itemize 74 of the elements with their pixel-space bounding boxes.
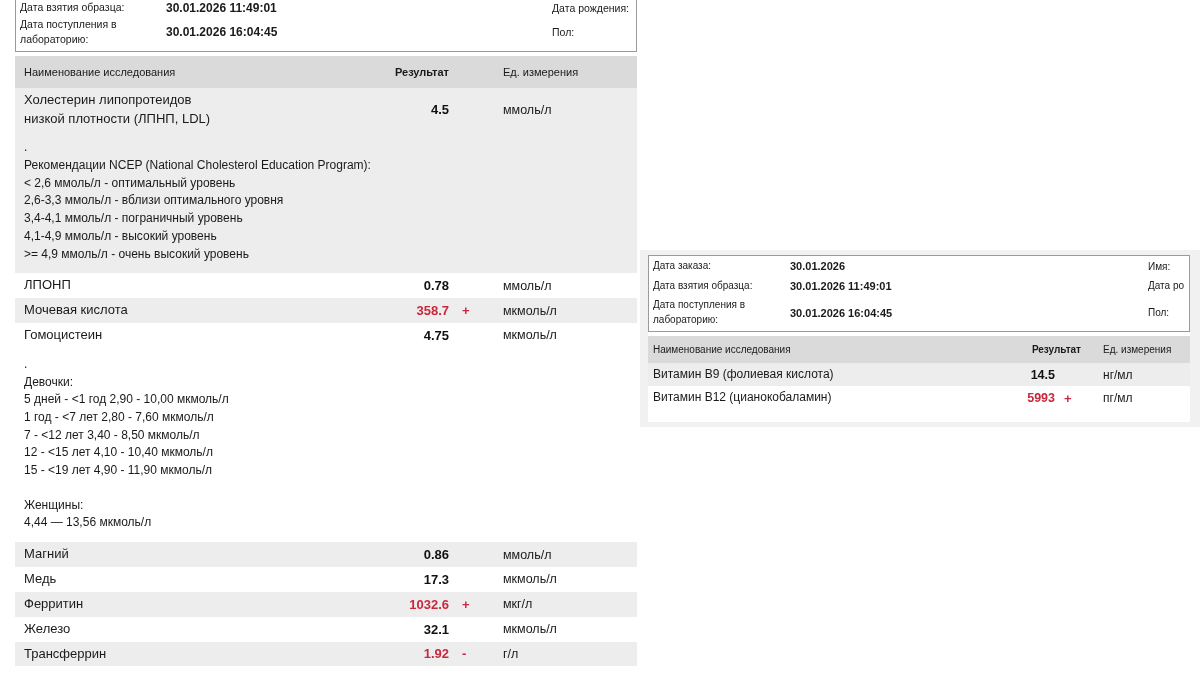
reference-note: . [24, 355, 29, 373]
column-header: Ед. измерения [1103, 344, 1173, 355]
unit: мкмоль/л [503, 303, 558, 318]
reference-note: . [24, 139, 29, 157]
result-value: 1032.6 [408, 596, 449, 612]
info-label: Пол: [1148, 307, 1171, 318]
column-header: Результат [1030, 344, 1082, 355]
reference-note: Женщины: [24, 496, 85, 514]
unit: ммоль/л [503, 547, 553, 562]
info-value: 30.01.2026 11:49:01 [166, 0, 278, 15]
reference-note: Девочки: [24, 373, 74, 391]
test-name: Гомоцистеин [24, 325, 104, 344]
result-value: 32.1 [422, 621, 449, 637]
test-name: Мочевая кислота [24, 301, 129, 320]
deviation-sign: + [461, 596, 471, 612]
unit: мкмоль/л [503, 572, 558, 587]
reference-note: 3,4-4,1 ммоль/л - пограничный уровень [24, 210, 244, 228]
info-label: Дата взятия образца: [20, 0, 126, 15]
test-name: ЛПОНП [24, 276, 72, 295]
info-label: Пол: [552, 26, 576, 39]
result-value: 358.7 [415, 303, 449, 319]
reference-note: < 2,6 ммоль/л - оптимальный уровень [24, 174, 237, 192]
test-name: Железо [24, 619, 72, 638]
reference-note: 1 год - <7 лет 2,80 - 7,60 мкмоль/л [24, 408, 215, 426]
result-value: 17.3 [422, 571, 449, 587]
reference-note: 5 дней - <1 год 2,90 - 10,00 мкмоль/л [24, 391, 230, 409]
info-label: Дата заказа: [653, 259, 713, 273]
info-label: Дата поступления в лабораторию: [20, 17, 118, 48]
info-label: Дата взятия образца: [653, 278, 754, 293]
deviation-sign: + [1063, 390, 1073, 406]
column-header: Наименование исследования [653, 344, 792, 355]
reference-note: 2,6-3,3 ммоль/л - вблизи оптимального уровня [24, 192, 285, 210]
info-value: 30.01.2026 11:49:01 [790, 279, 893, 292]
reference-note: 4,44 — 13,56 мкмоль/л [24, 514, 153, 532]
unit: пг/мл [1103, 391, 1134, 406]
info-label: Имя: [1148, 260, 1172, 272]
unit: ммоль/л [503, 278, 553, 293]
result-value: 1.92 [422, 646, 449, 662]
result-value: 0.78 [422, 278, 449, 294]
reference-note: 4,1-4,9 ммоль/л - высокий уровень [24, 227, 218, 245]
reference-note: 7 - <12 лет 3,40 - 8,50 мкмоль/л [24, 426, 201, 444]
result-value: 5993 [1026, 391, 1055, 406]
test-name: Витамин B12 (цианокобаламин) [653, 389, 833, 407]
reference-note: 12 - <15 лет 4,10 - 10,40 мкмоль/л [24, 444, 214, 462]
info-label: Дата поступления в лабораторию: [653, 298, 747, 327]
deviation-sign: + [461, 303, 471, 319]
unit: мкмоль/л [503, 622, 558, 637]
result-value: 4.75 [422, 327, 449, 343]
result-value: 0.86 [422, 547, 449, 563]
test-name: Ферритин [24, 594, 85, 613]
reference-note: 15 - <19 лет 4,90 - 11,90 мкмоль/л [24, 462, 214, 479]
column-header: Результат [393, 65, 450, 78]
unit: мкмоль/л [503, 328, 558, 343]
deviation-sign: - [461, 646, 468, 662]
reference-note: >= 4,9 ммоль/л - очень высокий уровень [24, 245, 250, 263]
reference-note: Рекомендации NCEP (National Cholesterol Education Program): [24, 157, 372, 175]
test-name: Магний [24, 545, 70, 564]
test-name: Холестерин липопротеидов низкой плотности (ЛПНП, LDL) [24, 90, 212, 128]
info-label: Дата ро [1148, 280, 1185, 292]
test-name: Витамин B9 (фолиевая кислота) [653, 366, 835, 383]
result-value: 14.5 [1029, 367, 1055, 382]
unit: г/л [503, 646, 520, 661]
column-header: Ед. измерения [503, 65, 580, 78]
unit: ммоль/л [503, 102, 553, 117]
info-value: 30.01.2026 16:04:45 [166, 25, 279, 40]
info-value: 30.01.2026 16:04:45 [790, 306, 894, 319]
column-header: Наименование исследования [24, 65, 177, 78]
test-name: Медь [24, 569, 58, 588]
info-label: Дата рождения: [552, 1, 630, 14]
info-value: 30.01.2026 [790, 260, 847, 273]
unit: нг/мл [1103, 367, 1134, 382]
test-name: Трансферрин [24, 644, 108, 663]
result-value: 4.5 [429, 102, 449, 117]
unit: мкг/л [503, 597, 534, 612]
